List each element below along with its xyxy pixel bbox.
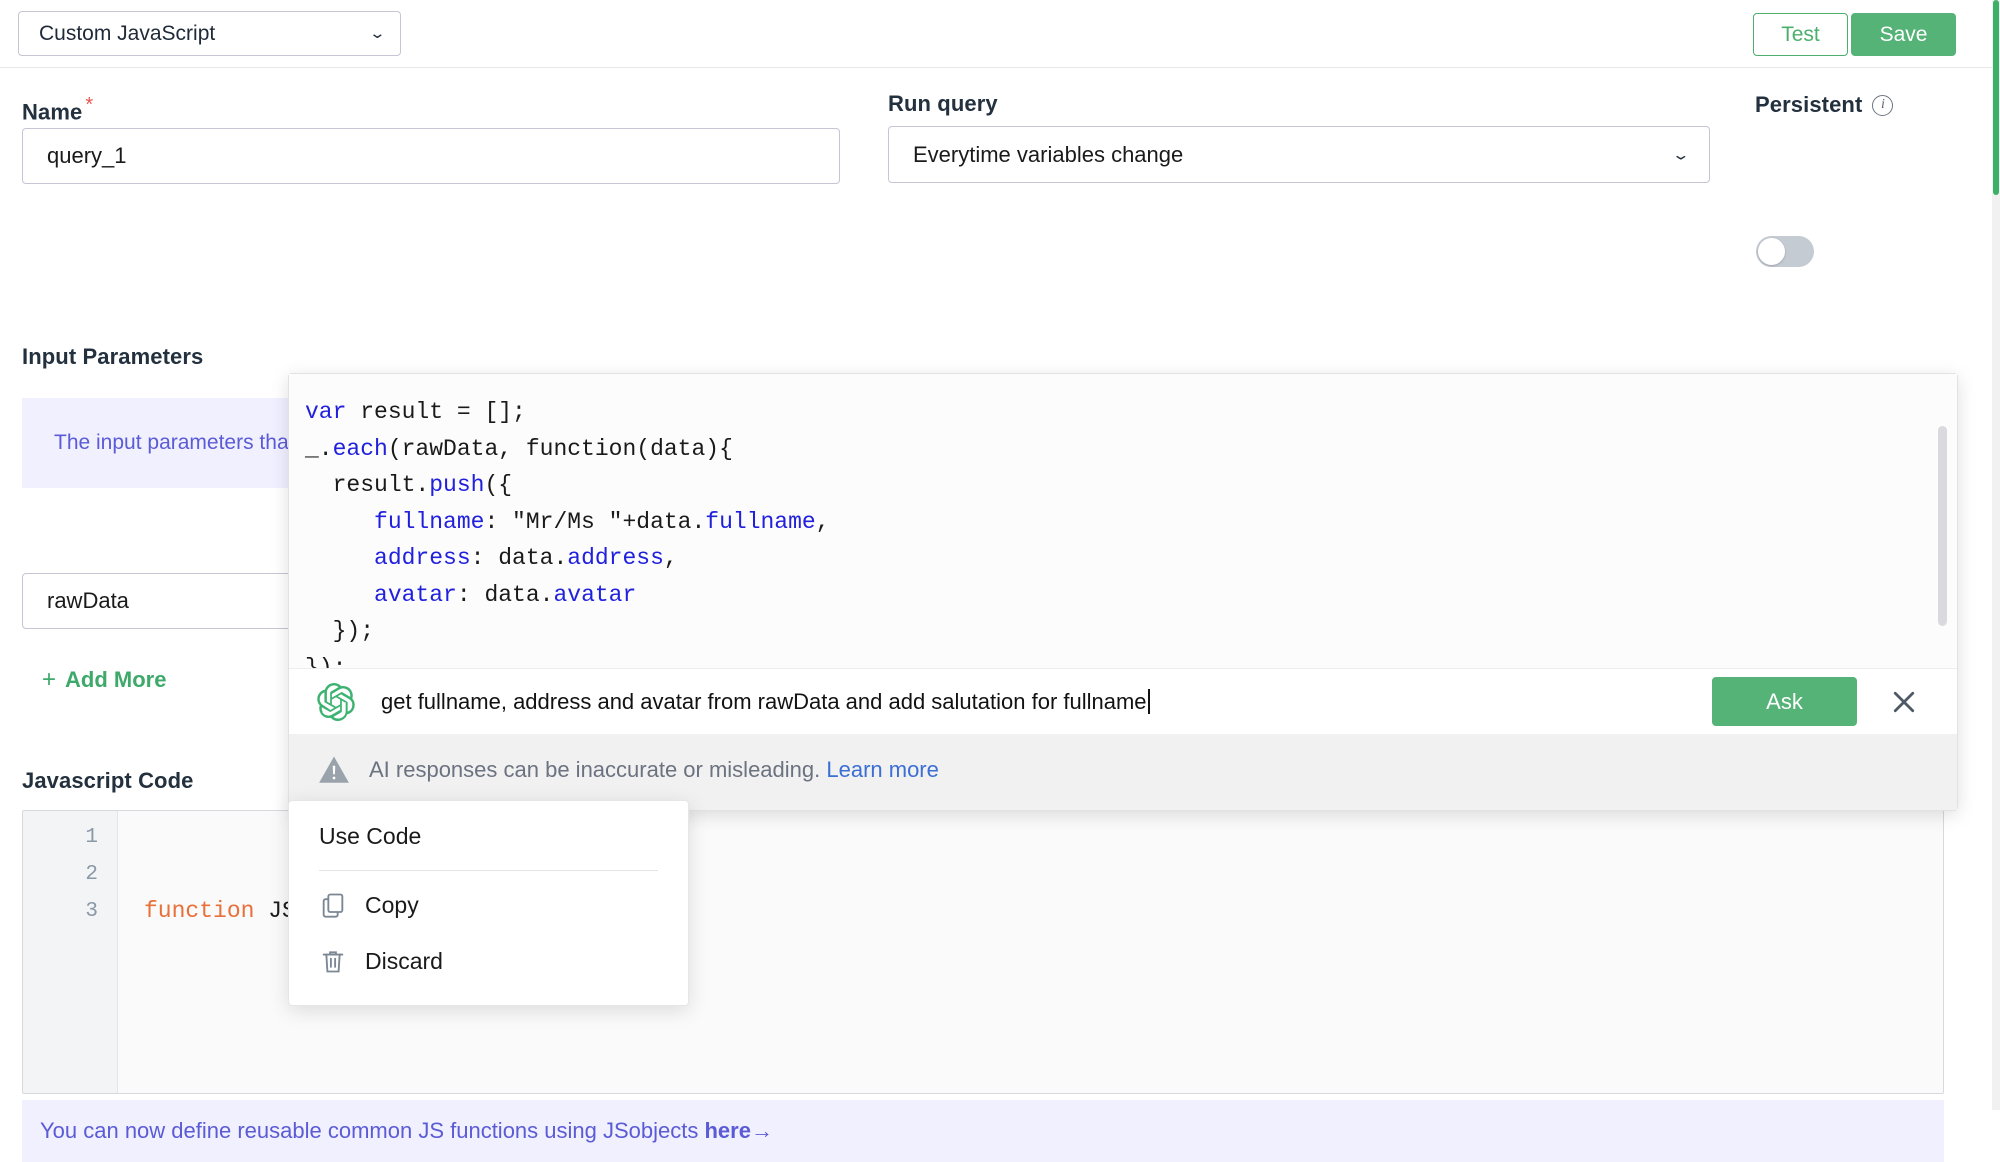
input-parameters-label: Input Parameters xyxy=(22,344,204,369)
ai-code-line: result.push({ xyxy=(305,472,513,498)
plugin-type-select[interactable]: Custom JavaScript ⌄ xyxy=(18,11,401,56)
line-number: 2 xyxy=(85,863,98,886)
ai-code-scrollbar[interactable] xyxy=(1938,426,1947,626)
ai-prompt-input[interactable]: get fullname, address and avatar from ra… xyxy=(381,689,1712,715)
ask-button[interactable]: Ask xyxy=(1712,677,1857,726)
arrow-right-icon: → xyxy=(750,1118,773,1143)
name-label: Name * xyxy=(22,94,94,125)
ai-disclaimer-text: AI responses can be inaccurate or mislea… xyxy=(369,757,939,783)
ai-generated-code: var result = []; _.each(rawData, function… xyxy=(289,374,1957,668)
persistent-label: Persistent xyxy=(1755,92,1863,117)
plus-icon: + xyxy=(42,666,57,693)
add-more-label: Add More xyxy=(65,667,167,692)
ai-code-line: fullname: "Mr/Ms "+data.fullname, xyxy=(374,508,830,535)
ai-code-line: }); xyxy=(305,654,347,669)
javascript-code-label: Javascript Code xyxy=(22,768,194,793)
line-number: 3 xyxy=(85,900,98,923)
toolbar-actions: Test Save xyxy=(1753,13,1956,56)
info-icon[interactable]: i xyxy=(1872,94,1894,116)
jsobjects-link[interactable]: You can now define reusable common JS fu… xyxy=(40,1118,773,1144)
menu-item-label: Copy xyxy=(365,891,419,918)
run-query-label: Run query xyxy=(888,91,998,116)
openai-logo-icon xyxy=(317,682,355,721)
trash-icon xyxy=(322,951,344,973)
text-caret xyxy=(1147,689,1150,714)
persistent-toggle[interactable] xyxy=(1756,236,1814,267)
ai-prompt-row: get fullname, address and avatar from ra… xyxy=(289,668,1957,734)
plugin-type-value: Custom JavaScript xyxy=(39,21,216,45)
ai-code-line: _.each(rawData, function(data){ xyxy=(305,435,733,462)
toolbar: Custom JavaScript ⌄ Test Save xyxy=(0,0,1992,68)
ai-assistant-panel: var result = []; _.each(rawData, function… xyxy=(288,373,1958,811)
ai-code-line: var result = []; xyxy=(305,399,526,425)
menu-item-copy[interactable]: Copy xyxy=(289,877,688,933)
ai-disclaimer: AI responses can be inaccurate or mislea… xyxy=(289,734,1957,810)
required-marker: * xyxy=(85,94,94,116)
menu-item-use-code[interactable]: Use Code xyxy=(289,809,688,864)
persistent-label-group: Persistent i xyxy=(1755,92,1894,118)
test-button[interactable]: Test xyxy=(1753,13,1848,56)
page-scrollbar[interactable] xyxy=(1992,0,2000,1110)
chevron-down-icon: ⌄ xyxy=(1670,147,1690,163)
menu-item-label: Use Code xyxy=(319,823,422,849)
chevron-down-icon: ⌄ xyxy=(369,25,387,42)
scrollbar-thumb[interactable] xyxy=(1993,0,1999,195)
run-query-select[interactable]: Everytime variables change ⌄ xyxy=(888,126,1710,183)
jsobjects-callout: You can now define reusable common JS fu… xyxy=(22,1100,1944,1162)
add-more-button[interactable]: + Add More xyxy=(42,666,166,694)
line-number: 1 xyxy=(85,826,98,849)
menu-item-discard[interactable]: Discard xyxy=(289,933,688,989)
learn-more-link[interactable]: Learn more xyxy=(826,757,939,782)
ai-prompt-value: get fullname, address and avatar from ra… xyxy=(381,688,1147,714)
name-input[interactable]: query_1 xyxy=(22,128,840,184)
copy-icon xyxy=(322,893,344,918)
save-button[interactable]: Save xyxy=(1851,13,1956,56)
close-icon[interactable] xyxy=(1885,683,1923,721)
ai-code-line: address: data.address, xyxy=(374,545,678,571)
ai-code-context-menu: Use Code Copy Discard xyxy=(288,800,689,1006)
toggle-knob xyxy=(1758,238,1785,265)
menu-separator xyxy=(319,870,658,871)
menu-item-label: Discard xyxy=(365,947,443,974)
ai-code-line: avatar: data.avatar xyxy=(374,581,637,608)
editor-gutter: 1 2 3 xyxy=(23,811,118,1093)
ai-code-line: }); xyxy=(305,618,375,644)
ai-code-body: var result = []; _.each(rawData, function… xyxy=(297,394,1957,668)
warning-triangle-icon xyxy=(319,756,349,783)
run-query-value: Everytime variables change xyxy=(913,141,1184,167)
